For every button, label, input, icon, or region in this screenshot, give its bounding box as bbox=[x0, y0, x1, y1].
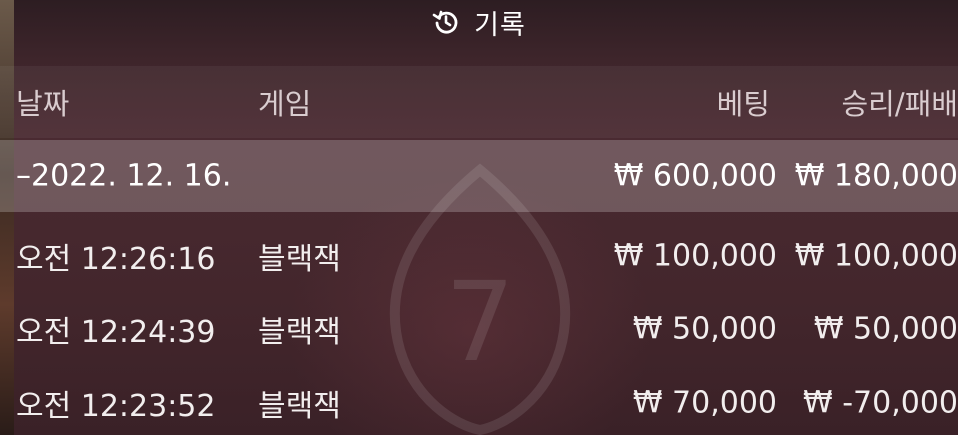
row-bet: ₩ 70,000 bbox=[632, 385, 777, 421]
page-title: 기록 bbox=[474, 9, 526, 41]
table-header: 날짜 게임 베팅 승리/패배 bbox=[0, 66, 958, 138]
history-panel: 7 기록 날짜 게임 베팅 승리/패배 –2022. 12. 16. ₩ 600… bbox=[0, 0, 958, 435]
history-icon bbox=[432, 8, 460, 36]
panel-header: 기록 bbox=[0, 0, 958, 44]
row-time: 오전 12:26:16 bbox=[16, 242, 216, 277]
row-time: 오전 12:24:39 bbox=[16, 315, 216, 350]
column-date: 날짜 bbox=[16, 87, 70, 121]
table-row[interactable]: 오전 12:26:16 블랙잭 ₩ 100,000 ₩ 100,000 bbox=[0, 219, 958, 293]
column-bet: 베팅 bbox=[716, 87, 770, 121]
row-bet: ₩ 50,000 bbox=[632, 311, 777, 347]
row-game: 블랙잭 bbox=[258, 389, 341, 424]
row-game: 블랙잭 bbox=[258, 242, 341, 277]
group-result-total: ₩ 180,000 bbox=[794, 158, 958, 194]
row-time: 오전 12:23:52 bbox=[16, 389, 216, 424]
row-result: ₩ 50,000 bbox=[813, 311, 958, 347]
table-row[interactable]: 오전 12:23:52 블랙잭 ₩ 70,000 ₩ -70,000 bbox=[0, 366, 958, 435]
column-game: 게임 bbox=[258, 87, 312, 121]
column-result: 승리/패배 bbox=[841, 87, 958, 121]
row-result: ₩ 100,000 bbox=[794, 238, 958, 274]
date-group-row[interactable]: –2022. 12. 16. ₩ 600,000 ₩ 180,000 bbox=[0, 140, 958, 212]
group-date: –2022. 12. 16. bbox=[16, 158, 232, 194]
table-row[interactable]: 오전 12:24:39 블랙잭 ₩ 50,000 ₩ 50,000 bbox=[0, 292, 958, 366]
row-game: 블랙잭 bbox=[258, 315, 341, 350]
row-result: ₩ -70,000 bbox=[803, 385, 958, 421]
group-bet-total: ₩ 600,000 bbox=[613, 158, 777, 194]
row-bet: ₩ 100,000 bbox=[613, 238, 777, 274]
